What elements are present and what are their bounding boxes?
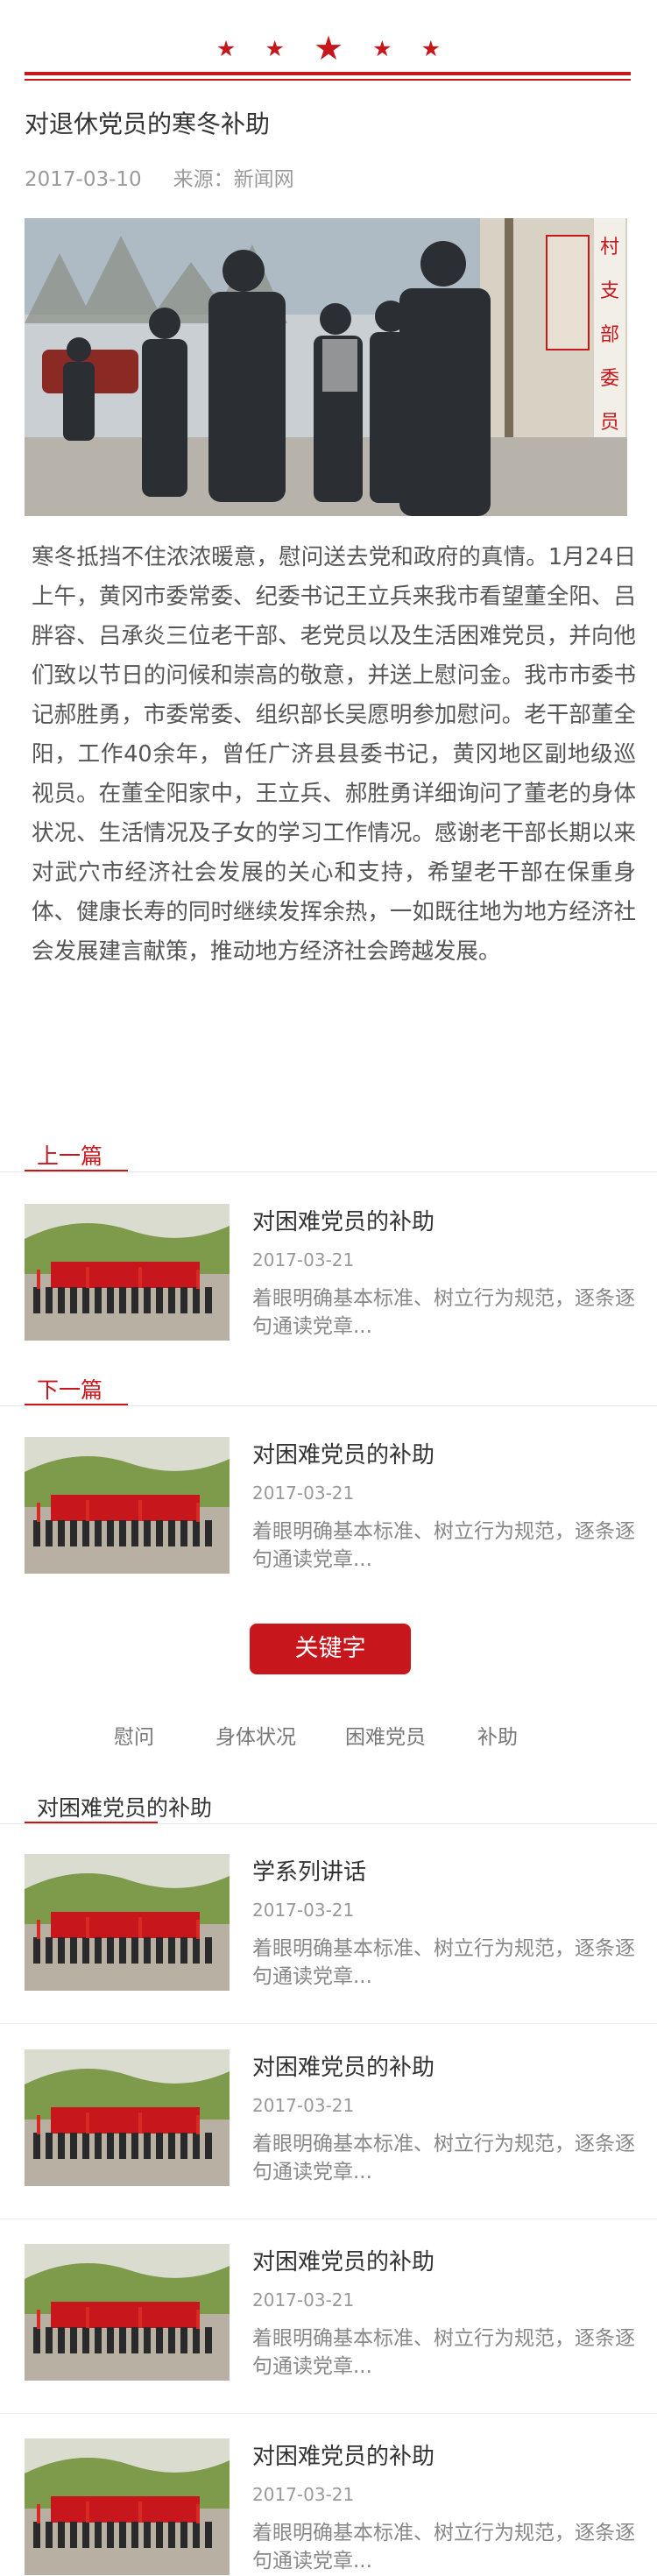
next-label[interactable]: 下一篇 — [37, 1373, 102, 1405]
card-title: 对困难党员的补助 — [252, 2055, 435, 2081]
star-icon: ★ — [215, 35, 237, 61]
card-title: 对困难党员的补助 — [252, 1442, 435, 1468]
thumbnail-image — [25, 1204, 230, 1341]
next-article-card[interactable]: 对困难党员的补助 2017-03-21 着眼明确基本标准、树立行为规范，逐条逐句… — [25, 1437, 638, 1577]
card-title: 对困难党员的补助 — [252, 2249, 435, 2275]
card-title: 对困难党员的补助 — [252, 1209, 435, 1235]
card-date: 2017-03-21 — [252, 1900, 355, 1921]
card-summary: 着眼明确基本标准、树立行为规范，逐条逐句通读党章... — [252, 2327, 635, 2378]
article-body: 寒冬抵挡不住浓浓暖意，慰问送去党和政府的真情。1月24日上午，黄冈市委常委、纪委… — [32, 544, 636, 965]
header-rule-thin — [25, 79, 631, 81]
article-date: 2017-03-10 — [25, 168, 142, 191]
related-label: 对困难党员的补助 — [37, 1795, 213, 1821]
thumbnail-image — [25, 1437, 230, 1574]
keyword-tag[interactable]: 补助 — [477, 1720, 518, 1750]
prev-label[interactable]: 上一篇 — [37, 1139, 102, 1171]
thumbnail-image — [25, 1854, 230, 1991]
star-icon: ★ — [313, 29, 344, 67]
svg-text:员: 员 — [600, 412, 619, 434]
prev-article-card[interactable]: 对困难党员的补助 2017-03-21 着眼明确基本标准、树立行为规范，逐条逐句… — [25, 1204, 638, 1344]
card-summary: 着眼明确基本标准、树立行为规范，逐条逐句通读党章... — [252, 2133, 635, 2183]
thumbnail-image — [25, 2244, 230, 2381]
related-article-card[interactable]: 对困难党员的补助 2017-03-21 着眼明确基本标准、树立行为规范，逐条逐句… — [25, 2049, 638, 2190]
card-date: 2017-03-21 — [252, 1249, 355, 1270]
list-divider — [0, 2413, 657, 2414]
star-icon: ★ — [265, 35, 285, 61]
star-icon: ★ — [372, 35, 392, 61]
card-summary: 着眼明确基本标准、树立行为规范，逐条逐句通读党章... — [252, 1937, 635, 1988]
keyword-tag[interactable]: 困难党员 — [345, 1720, 426, 1750]
svg-text:支: 支 — [600, 280, 619, 302]
related-article-card[interactable]: 学系列讲话 2017-03-21 着眼明确基本标准、树立行为规范，逐条逐句通读党… — [25, 1854, 638, 1994]
article-title: 对退休党员的寒冬补助 — [25, 110, 271, 138]
section-divider — [0, 1171, 657, 1172]
star-icon: ★ — [420, 35, 442, 61]
keywords-button[interactable]: 关键字 — [250, 1624, 411, 1674]
card-date: 2017-03-21 — [252, 2484, 355, 2505]
header-rule-thick — [25, 72, 631, 75]
svg-text:村: 村 — [600, 237, 619, 258]
card-date: 2017-03-21 — [252, 2095, 355, 2116]
keyword-tag[interactable]: 身体状况 — [215, 1720, 296, 1750]
related-article-card[interactable]: 对困难党员的补助 2017-03-21 着眼明确基本标准、树立行为规范，逐条逐句… — [25, 2438, 638, 2576]
keyword-tag[interactable]: 慰问 — [114, 1720, 154, 1750]
header-stars: ★ ★ ★ ★ ★ — [0, 32, 657, 65]
card-date: 2017-03-21 — [252, 2289, 355, 2311]
thumbnail-image — [25, 2049, 230, 2186]
card-title: 对困难党员的补助 — [252, 2444, 435, 2470]
card-summary: 着眼明确基本标准、树立行为规范，逐条逐句通读党章... — [252, 1520, 635, 1571]
section-divider — [0, 1823, 657, 1824]
page: ★ ★ ★ ★ ★ 对退休党员的寒冬补助 2017-03-10 来源：新闻网 村 … — [0, 0, 657, 2576]
card-date: 2017-03-21 — [252, 1483, 355, 1504]
svg-text:部: 部 — [600, 324, 619, 346]
card-summary: 着眼明确基本标准、树立行为规范，逐条逐句通读党章... — [252, 2522, 635, 2572]
card-title: 学系列讲话 — [252, 1859, 367, 1886]
card-summary: 着眼明确基本标准、树立行为规范，逐条逐句通读党章... — [252, 1287, 635, 1338]
related-section-header: 对困难党员的补助 — [0, 1791, 657, 1826]
thumbnail-image — [25, 2438, 230, 2575]
next-section-header: 下一篇 — [0, 1373, 657, 1408]
article-source: 来源：新闻网 — [173, 168, 294, 191]
article-meta: 2017-03-10 来源：新闻网 — [25, 162, 294, 192]
section-divider — [0, 1405, 657, 1406]
article-photo: 村 支 部 委 员 会 — [25, 218, 627, 516]
list-divider — [0, 2023, 657, 2024]
prev-section-header: 上一篇 — [0, 1139, 657, 1174]
svg-text:委: 委 — [600, 368, 619, 390]
related-article-card[interactable]: 对困难党员的补助 2017-03-21 着眼明确基本标准、树立行为规范，逐条逐句… — [25, 2244, 638, 2384]
